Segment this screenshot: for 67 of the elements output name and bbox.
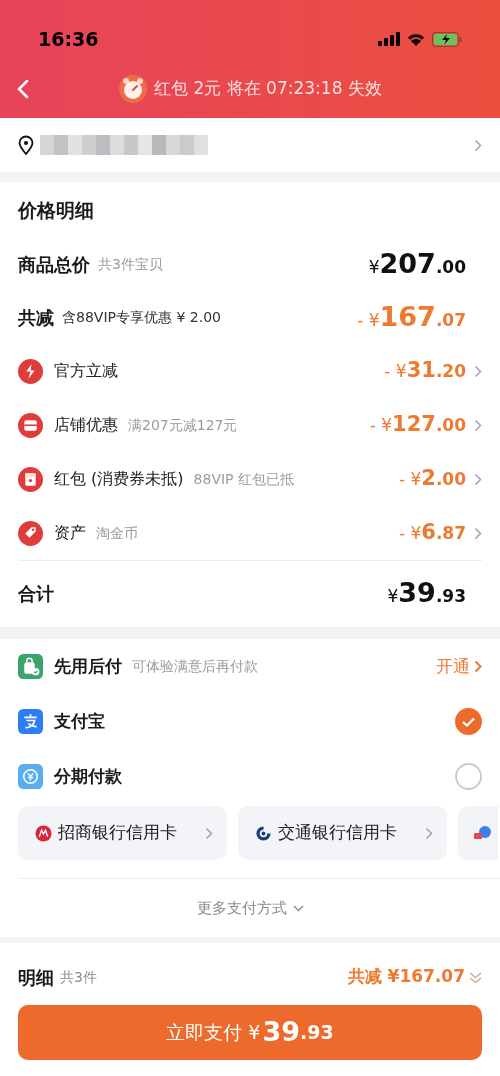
discount-row[interactable]: 资产 淘金币 - ¥6.87 — [18, 506, 482, 560]
chevron-right-icon — [474, 364, 482, 378]
option-label: 先用后付 — [54, 654, 122, 678]
row-label: 资产 — [54, 522, 86, 544]
double-chevron-down-icon — [469, 970, 482, 984]
shopping-bag-icon — [18, 654, 43, 679]
option-label: 分期付款 — [54, 764, 122, 788]
price: - ¥127.00 — [369, 411, 466, 439]
bank-card-chip[interactable]: 招商银行信用卡 — [18, 806, 227, 860]
radio-selected[interactable] — [455, 708, 482, 735]
chevron-right-icon — [474, 138, 482, 152]
row-note: 满207元减127元 — [128, 415, 238, 435]
chevron-right-icon — [425, 826, 433, 840]
row-label: 商品总价 — [18, 253, 90, 277]
row-note: 含88VIP专享优惠 ¥ 2.00 — [62, 308, 221, 327]
row-label: 官方立减 — [54, 360, 118, 382]
shop-icon — [18, 412, 43, 438]
coupon-expiry-notice: 红包 2元 将在 07:23:18 失效 — [154, 77, 382, 101]
option-label: 支付宝 — [54, 709, 105, 733]
tag-icon — [18, 520, 43, 546]
discount-row[interactable]: 店铺优惠 满207元减127元 - ¥127.00 — [18, 398, 482, 452]
bank-logo-icon — [35, 824, 52, 842]
row-label: 合计 — [18, 581, 54, 606]
summary-label: 明细 — [18, 965, 54, 990]
wifi-icon — [406, 32, 426, 46]
discount-row[interactable]: 官方立减 - ¥31.20 — [18, 344, 482, 398]
price: - ¥167.07 — [357, 300, 466, 335]
chevron-right-icon — [474, 526, 482, 540]
status-time: 16:36 — [38, 26, 99, 52]
envelope-icon — [18, 466, 43, 492]
section-title: 价格明细 — [18, 197, 94, 223]
row-label: 红包 (消费券未抵) — [54, 468, 184, 490]
item-count: 共3件 — [60, 967, 97, 987]
price: - ¥6.87 — [398, 519, 466, 547]
discount-row[interactable]: 红包 (消费券未抵) 88VIP 红包已抵 - ¥2.00 — [18, 452, 482, 506]
row-note: 88VIP 红包已抵 — [193, 469, 294, 489]
chevron-right-icon — [474, 418, 482, 432]
bank-logo-icon — [474, 825, 492, 841]
row-label: 共减 — [18, 306, 54, 330]
option-note: 可体验满意后再付款 — [132, 657, 258, 676]
bank-card-chip[interactable]: 交通银行信用卡 — [238, 806, 447, 860]
row-note: 共3件宝贝 — [98, 255, 163, 274]
price: - ¥2.00 — [398, 465, 466, 493]
address-row[interactable] — [0, 118, 500, 172]
alipay-icon — [18, 709, 43, 734]
location-pin-icon — [18, 135, 34, 155]
bolt-icon — [18, 358, 43, 384]
back-icon[interactable] — [17, 79, 29, 99]
payment-option[interactable]: 先用后付 可体验满意后再付款 开通 — [18, 639, 482, 694]
price: - ¥31.20 — [384, 357, 466, 385]
price: ¥207.00 — [368, 247, 466, 282]
more-payment-methods-link[interactable]: 更多支付方式 — [196, 896, 304, 920]
bank-card-chip[interactable] — [458, 806, 498, 860]
alarm-clock-icon — [118, 74, 149, 104]
chevron-right-icon — [205, 826, 213, 840]
chevron-right-icon — [474, 660, 482, 673]
row-note: 淘金币 — [96, 523, 138, 543]
radio-unselected[interactable] — [455, 763, 482, 790]
bank-logo-icon — [255, 824, 272, 842]
row-label: 店铺优惠 — [54, 414, 118, 436]
installment-icon — [18, 764, 43, 789]
payment-option[interactable]: 分期付款 — [18, 749, 482, 804]
chevron-down-icon — [292, 904, 304, 912]
price: ¥39.93 — [387, 575, 466, 610]
payment-option[interactable]: 支付宝 — [18, 694, 482, 749]
signal-icon — [378, 32, 400, 46]
chevron-right-icon — [474, 472, 482, 486]
